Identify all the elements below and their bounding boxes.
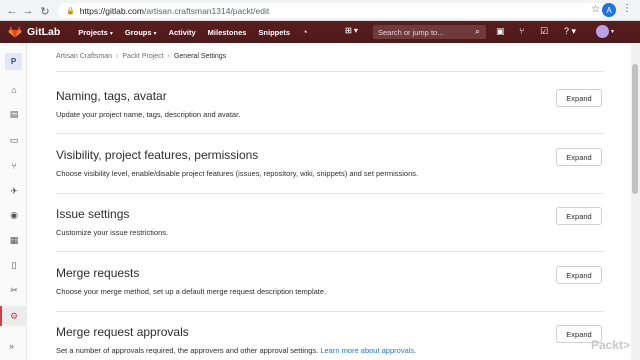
settings-section-visibility: Visibility, project features, permission… [56, 148, 604, 178]
url-host: https://gitlab.com [79, 5, 144, 16]
url-path: /artisan.craftsman1314/packt/edit [143, 5, 270, 16]
divider [56, 133, 604, 134]
breadcrumb-item[interactable]: Packt Project [122, 53, 163, 60]
sidebar-item-ci-cd[interactable]: ✈ [8, 185, 20, 197]
nav-snippets[interactable]: Snippets [258, 28, 290, 37]
search-icon: ⌕ [474, 26, 480, 36]
main-menu: Projects ▾ Groups ▾ Activity Milestones Sn… [78, 27, 307, 37]
sidebar-item-snippets[interactable]: ✂ [8, 284, 20, 296]
nav-groups[interactable]: Groups ▾ [125, 28, 157, 37]
back-icon[interactable]: ← [4, 3, 20, 19]
sidebar-item-operations[interactable]: ◉ [8, 209, 20, 221]
sidebar-item-repository[interactable]: ▤ [8, 108, 20, 120]
settings-section-naming: Naming, tags, avatar Update your project… [56, 89, 604, 119]
chevron-down-icon[interactable]: ▾ [611, 28, 614, 35]
section-title: Issue settings [56, 207, 130, 221]
gear-icon: ⚙ [9, 310, 19, 321]
nav-groups-label: Groups [124, 27, 152, 37]
expand-button[interactable]: Expand [556, 207, 602, 225]
collapse-sidebar-icon[interactable]: » [9, 341, 14, 351]
section-title: Merge requests [56, 266, 140, 280]
project-avatar[interactable]: P [5, 53, 22, 70]
new-item-icon[interactable]: ⊞ ▾ [345, 26, 358, 35]
divider [56, 311, 604, 312]
chevron-right-icon: › [167, 53, 170, 60]
gitlab-fox-icon [8, 26, 22, 38]
address-bar[interactable]: 🔒 https://gitlab.com/artisan.craftsman13… [58, 3, 606, 18]
nav-activity[interactable]: Activity [169, 28, 196, 37]
section-title: Merge request approvals [56, 325, 189, 339]
expand-button[interactable]: Expand [556, 148, 602, 166]
section-description: Customize your issue restrictions. [56, 228, 169, 237]
breadcrumb: Artisan Craftsman › Packt Project › General … [56, 53, 226, 60]
sidebar-item-project-overview[interactable]: ⌂ [8, 84, 20, 96]
chevron-right-icon: › [116, 53, 119, 60]
settings-section-merge-requests: Merge requests Choose your merge method,… [56, 266, 604, 296]
section-description: Choose your merge method, set up a defau… [56, 287, 327, 296]
sidebar-item-issues[interactable]: ▭ [8, 134, 20, 146]
breadcrumb-item[interactable]: Artisan Craftsman [56, 53, 112, 60]
browser-menu-icon[interactable]: ⋮ [622, 3, 632, 14]
lock-icon: 🔒 [66, 7, 75, 15]
reload-icon[interactable]: ↻ [37, 3, 53, 19]
settings-section-mr-approvals: Merge request approvals Set a number of … [56, 325, 604, 355]
merge-requests-icon[interactable]: ⑂ [519, 26, 524, 36]
scrollbar-thumb[interactable] [632, 64, 638, 194]
settings-section-issues: Issue settings Customize your issue rest… [56, 207, 604, 237]
nav-projects-label: Projects [78, 27, 108, 37]
todos-icon[interactable]: ☑ [540, 26, 548, 37]
gitlab-logo[interactable]: GitLab [8, 26, 60, 38]
nav-milestones[interactable]: Milestones [208, 28, 247, 37]
sidebar-item-wiki[interactable]: ▯ [8, 259, 20, 271]
brand-name: GitLab [27, 26, 61, 38]
forward-icon[interactable]: → [20, 3, 36, 19]
section-title: Visibility, project features, permission… [56, 148, 259, 162]
sidebar-item-registry[interactable]: ▦ [8, 234, 20, 246]
browser-toolbar: ← → ↻ 🔒 https://gitlab.com/artisan.craft… [0, 0, 640, 21]
help-icon[interactable]: ? ▾ [564, 26, 576, 37]
nav-projects[interactable]: Projects ▾ [78, 28, 113, 37]
divider [56, 193, 604, 194]
search-input[interactable]: Search or jump to... ⌕ [373, 25, 486, 39]
section-description: Choose visibility level, enable/disable … [56, 169, 419, 178]
divider [56, 71, 604, 72]
sidebar-item-merge-requests[interactable]: ⑂ [8, 160, 20, 172]
search-placeholder: Search or jump to... [378, 27, 444, 37]
divider [56, 251, 604, 252]
settings-main: Artisan Craftsman › Packt Project › General … [27, 43, 640, 360]
expand-button[interactable]: Expand [556, 89, 602, 107]
section-title: Naming, tags, avatar [56, 89, 167, 103]
chevron-down-icon: ▾ [109, 30, 113, 37]
section-description: Update your project name, tags, descript… [56, 110, 241, 119]
bookmark-star-icon[interactable]: ☆ [591, 4, 600, 15]
user-avatar[interactable] [596, 25, 609, 38]
expand-button[interactable]: Expand [556, 266, 602, 284]
gitlab-topnav: GitLab Projects ▾ Groups ▾ Activity Milest… [0, 21, 640, 43]
issues-icon[interactable]: ▣ [496, 26, 505, 37]
performance-bar-icon[interactable]: ◔ [302, 27, 307, 37]
learn-more-link[interactable]: Learn more about approvals. [320, 346, 416, 355]
packt-watermark: Packt> [591, 338, 631, 352]
project-sidebar: P ⌂ ▤ ▭ ⑂ ✈ ◉ ▦ ▯ ✂ ⚙ » [0, 43, 27, 360]
breadcrumb-current: General Settings [173, 53, 227, 60]
chevron-down-icon: ▾ [153, 30, 157, 37]
section-description-text: Set a number of approvals required, the … [56, 346, 319, 355]
section-description: Set a number of approvals required, the … [56, 346, 604, 355]
browser-profile-avatar[interactable]: A [602, 3, 616, 17]
